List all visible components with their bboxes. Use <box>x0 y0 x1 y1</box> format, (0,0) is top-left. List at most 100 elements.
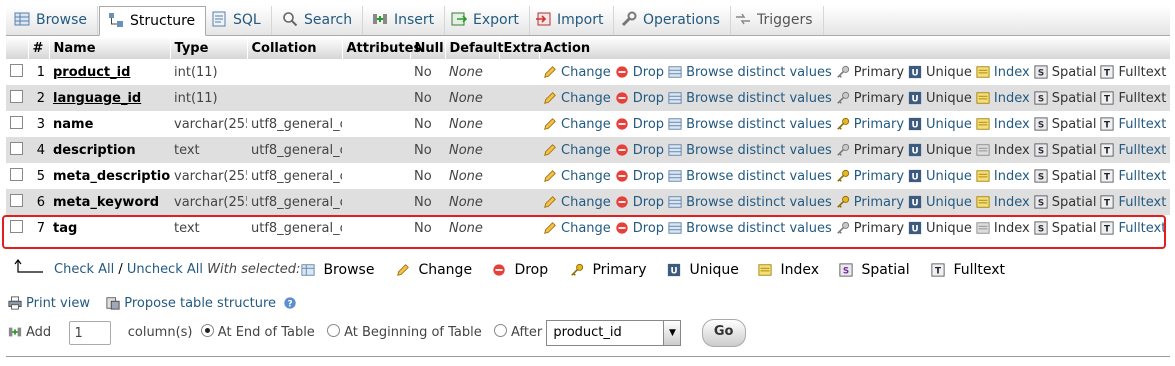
index-action[interactable]: Index <box>976 117 1030 132</box>
drop-action[interactable]: Drop <box>615 117 664 132</box>
at-end-radio[interactable] <box>200 324 214 337</box>
spatial-action[interactable]: S Spatial <box>1034 91 1096 106</box>
primary-action[interactable]: Primary <box>836 169 904 184</box>
bulk-fulltext-button[interactable]: T Fulltext <box>931 259 1005 281</box>
tab-browse[interactable]: Browse <box>6 6 98 35</box>
spatial-action[interactable]: S Spatial <box>1034 195 1096 210</box>
unique-action[interactable]: U Unique <box>908 169 972 184</box>
primary-action[interactable]: Primary <box>836 195 904 210</box>
bulk-primary-button[interactable]: Primary <box>570 259 647 281</box>
bulk-index-button[interactable]: Index <box>758 259 819 281</box>
table-row[interactable]: 2 language_id int(11) No None Change Drop Brows… <box>6 85 1170 111</box>
fulltext-action[interactable]: T Fulltext <box>1100 169 1166 184</box>
after-field-select[interactable]: product_id ▼ <box>546 319 682 346</box>
table-row[interactable]: 3name varchar(255)utf8_general_ci NoNone Ch… <box>6 111 1170 137</box>
spatial-action[interactable]: S Spatial <box>1034 65 1096 80</box>
drop-action[interactable]: Drop <box>615 169 664 184</box>
change-action[interactable]: Change <box>543 195 611 210</box>
row-checkbox[interactable] <box>10 168 23 181</box>
change-action[interactable]: Change <box>543 169 611 184</box>
unique-action[interactable]: U Unique <box>908 143 972 158</box>
index-action[interactable]: Index <box>976 195 1030 210</box>
drop-action[interactable]: Drop <box>615 221 664 236</box>
bulk-unique-button[interactable]: U Unique <box>667 259 739 281</box>
drop-action[interactable]: Drop <box>615 143 664 158</box>
row-checkbox[interactable] <box>10 116 23 129</box>
fulltext-action[interactable]: T Fulltext <box>1100 91 1166 106</box>
table-row[interactable]: 5meta_descriptionvarchar(255)utf8_genera… <box>6 163 1170 189</box>
table-row[interactable]: 6meta_keyword varchar(255)utf8_general_ci… <box>6 189 1170 215</box>
browse-distinct-action[interactable]: Browse distinct values <box>668 143 832 158</box>
help-icon[interactable]: ? <box>283 296 297 310</box>
primary-action[interactable]: Primary <box>836 65 904 80</box>
fulltext-action[interactable]: T Fulltext <box>1100 221 1166 236</box>
bulk-drop-button[interactable]: Drop <box>492 259 548 281</box>
fulltext-action[interactable]: T Fulltext <box>1100 65 1166 80</box>
tab-triggers[interactable]: Triggers <box>727 6 824 35</box>
change-action[interactable]: Change <box>543 91 611 106</box>
at-beginning-radio[interactable] <box>326 324 340 337</box>
tab-structure[interactable]: Structure <box>99 6 207 36</box>
add-count-input[interactable]: 1 <box>69 320 112 345</box>
tab-search[interactable]: Search <box>274 6 364 35</box>
row-checkbox[interactable] <box>10 90 23 103</box>
index-action[interactable]: Index <box>976 91 1030 106</box>
change-action[interactable]: Change <box>543 221 611 236</box>
browse-distinct-action[interactable]: Browse distinct values <box>668 169 832 184</box>
index-action[interactable]: Index <box>976 169 1030 184</box>
browse-distinct-action[interactable]: Browse distinct values <box>668 117 832 132</box>
bulk-change-button[interactable]: Change <box>396 259 472 281</box>
fulltext-action[interactable]: T Fulltext <box>1100 117 1166 132</box>
change-action[interactable]: Change <box>543 117 611 132</box>
after-label[interactable]: After <box>511 325 542 340</box>
table-row[interactable]: 7 tag text utf8_general_ci No None Change Drop B… <box>6 215 1170 241</box>
drop-action[interactable]: Drop <box>615 91 664 106</box>
drop-action[interactable]: Drop <box>615 65 664 80</box>
tab-operations[interactable]: Operations <box>613 6 731 35</box>
at-end-label[interactable]: At End of Table <box>218 325 315 340</box>
unique-action[interactable]: U Unique <box>908 195 972 210</box>
row-checkbox[interactable] <box>10 142 23 155</box>
change-action[interactable]: Change <box>543 65 611 80</box>
index-action[interactable]: Index <box>976 65 1030 80</box>
row-checkbox[interactable] <box>10 220 23 233</box>
check-all-link[interactable]: Check All <box>54 262 114 277</box>
go-button[interactable]: Go <box>701 318 746 347</box>
spatial-action[interactable]: S Spatial <box>1034 221 1096 236</box>
drop-action[interactable]: Drop <box>615 195 664 210</box>
table-row[interactable]: 1 product_id int(11) No None Change Drop Browse… <box>6 59 1170 85</box>
table-row[interactable]: 4 description text utf8_general_ci No None Cha… <box>6 137 1170 163</box>
spatial-action[interactable]: S Spatial <box>1034 169 1096 184</box>
primary-action[interactable]: Primary <box>836 117 904 132</box>
tab-sql[interactable]: SQL <box>203 6 272 35</box>
browse-distinct-action[interactable]: Browse distinct values <box>668 91 832 106</box>
index-action[interactable]: Index <box>976 221 1030 236</box>
print-view-link[interactable]: Print view <box>26 296 90 311</box>
after-radio[interactable] <box>493 324 507 337</box>
primary-action[interactable]: Primary <box>836 221 904 236</box>
primary-action[interactable]: Primary <box>836 91 904 106</box>
spatial-action[interactable]: S Spatial <box>1034 143 1096 158</box>
bulk-browse-button[interactable]: Browse <box>301 259 374 281</box>
unique-action[interactable]: U Unique <box>908 117 972 132</box>
propose-structure-link[interactable]: Propose table structure <box>124 296 276 311</box>
at-beginning-label[interactable]: At Beginning of Table <box>344 325 482 340</box>
primary-action[interactable]: Primary <box>836 143 904 158</box>
index-action[interactable]: Index <box>976 143 1030 158</box>
uncheck-all-link[interactable]: Uncheck All <box>127 262 203 277</box>
fulltext-action[interactable]: T Fulltext <box>1100 143 1166 158</box>
browse-distinct-action[interactable]: Browse distinct values <box>668 221 832 236</box>
spatial-action[interactable]: S Spatial <box>1034 117 1096 132</box>
fulltext-action[interactable]: T Fulltext <box>1100 195 1166 210</box>
unique-action[interactable]: U Unique <box>908 91 972 106</box>
browse-distinct-action[interactable]: Browse distinct values <box>668 65 832 80</box>
row-checkbox[interactable] <box>10 194 23 207</box>
unique-action[interactable]: U Unique <box>908 65 972 80</box>
change-action[interactable]: Change <box>543 143 611 158</box>
tab-import[interactable]: Import <box>527 6 615 35</box>
browse-distinct-action[interactable]: Browse distinct values <box>668 195 832 210</box>
header-name[interactable]: Name <box>49 37 171 59</box>
unique-action[interactable]: U Unique <box>908 221 972 236</box>
tab-export[interactable]: Export <box>443 6 530 35</box>
row-checkbox[interactable] <box>10 64 23 77</box>
